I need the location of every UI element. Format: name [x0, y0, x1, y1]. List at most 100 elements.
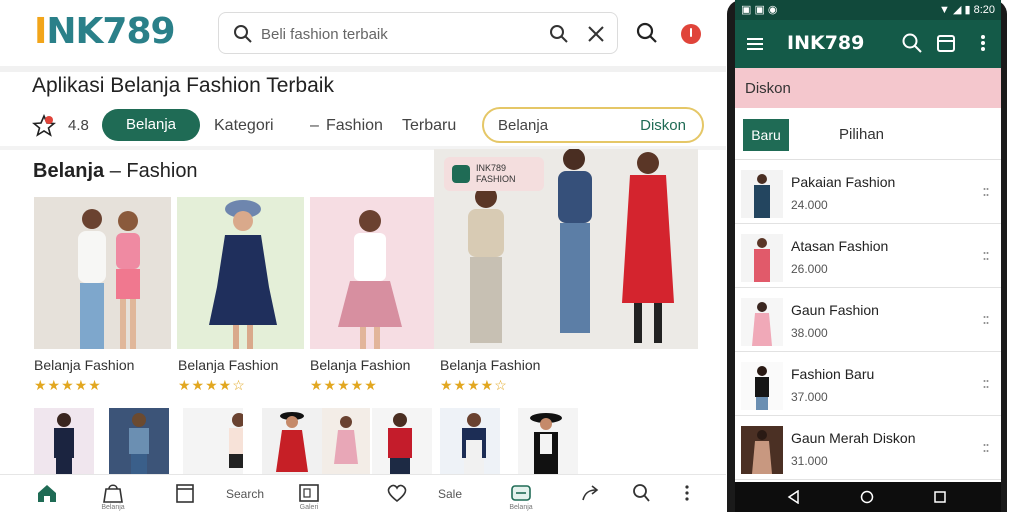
nav-home[interactable]	[22, 475, 72, 512]
product-thumbnail[interactable]	[183, 408, 243, 474]
nav-label: Galeri	[299, 504, 319, 511]
drag-handle-icon[interactable]	[983, 442, 989, 454]
product-thumbnail[interactable]	[518, 408, 578, 474]
thumb-photo	[109, 408, 169, 474]
list-item[interactable]: Atasan Fashion 26.000	[735, 226, 1001, 288]
logo-letter: I	[34, 11, 47, 52]
product-thumbnail[interactable]	[34, 408, 94, 474]
product-image[interactable]	[310, 197, 434, 349]
desktop-header: INK789	[0, 0, 726, 66]
product-image[interactable]	[34, 197, 171, 349]
product-image[interactable]	[177, 197, 304, 349]
nav-belanja[interactable]: Belanja	[88, 475, 138, 512]
drag-handle-icon[interactable]	[983, 314, 989, 326]
product-name[interactable]: Belanja Fashion	[34, 357, 134, 373]
product-name[interactable]: Belanja Fashion	[440, 357, 540, 373]
search-icon[interactable]	[549, 24, 569, 44]
search-input[interactable]	[261, 21, 531, 47]
notification-icon[interactable]	[681, 24, 701, 44]
promo-strip[interactable]: Diskon	[735, 68, 1001, 108]
item-thumbnail	[741, 362, 783, 410]
product-photo	[310, 197, 434, 349]
drag-handle-icon[interactable]	[983, 250, 989, 262]
item-name: Pakaian Fashion	[791, 174, 896, 190]
kategori-link[interactable]: Kategori	[214, 117, 274, 135]
pilihan-tab[interactable]: Pilihan	[839, 126, 884, 143]
close-icon[interactable]	[587, 25, 605, 43]
item-thumbnail	[741, 298, 783, 346]
home-icon[interactable]	[860, 490, 874, 504]
list-item[interactable]: Pakaian Fashion 24.000	[735, 162, 1001, 224]
search-box[interactable]	[218, 12, 618, 54]
recents-icon[interactable]	[933, 490, 947, 504]
nav-wallet[interactable]: Belanja	[496, 475, 546, 512]
search-icon[interactable]	[636, 22, 658, 44]
chip-left-label: Belanja	[498, 117, 549, 134]
terbaru-link[interactable]: Terbaru	[402, 117, 456, 135]
product-thumbnail[interactable]	[262, 408, 322, 474]
item-name: Fashion Baru	[791, 366, 875, 382]
back-icon[interactable]	[787, 490, 801, 504]
card-icon	[511, 485, 531, 501]
product-thumbnail[interactable]	[440, 408, 500, 474]
window-icon[interactable]	[935, 32, 957, 54]
brand-icon	[452, 165, 470, 183]
status-bar: ▣ ▣ ◉ ▼ ◢ ▮ 8:20	[735, 0, 1001, 20]
product-rating: ★★★★★	[34, 377, 106, 394]
belanja-diskon-chip[interactable]: Belanja Diskon	[482, 107, 704, 143]
chip-separator: –	[310, 117, 319, 134]
overflow-menu-icon[interactable]	[975, 32, 991, 54]
item-photo	[741, 362, 783, 410]
item-thumbnail	[741, 170, 783, 218]
share-icon	[582, 485, 599, 501]
nav-gallery[interactable]: Galeri	[284, 475, 334, 512]
product-photo	[177, 197, 304, 349]
product-name[interactable]: Belanja Fashion	[178, 357, 278, 373]
thumb-photo	[262, 408, 322, 474]
item-name: Atasan Fashion	[791, 238, 889, 254]
bag-icon	[103, 484, 123, 503]
search-icon[interactable]	[901, 32, 923, 54]
product-photo	[34, 197, 171, 349]
belanja-chip[interactable]: Belanja	[102, 109, 200, 141]
banner-tag-text: INK789 FASHION	[476, 163, 516, 185]
item-photo	[741, 426, 783, 474]
page-title: Aplikasi Belanja Fashion Terbaik	[32, 74, 334, 97]
product-thumbnail[interactable]	[372, 408, 432, 474]
thumb-photo	[518, 408, 578, 474]
nav-search[interactable]	[616, 475, 666, 512]
nav-more[interactable]	[662, 475, 712, 512]
star-icon	[32, 114, 56, 137]
menu-icon[interactable]	[745, 34, 765, 54]
product-thumbnail[interactable]	[109, 408, 169, 474]
nav-cart[interactable]	[160, 475, 210, 512]
nav-sale-text[interactable]: Sale	[438, 487, 462, 501]
promo-banner[interactable]: INK789 FASHION	[434, 149, 698, 349]
list-item[interactable]: Gaun Fashion 38.000	[735, 290, 1001, 352]
item-name: Gaun Fashion	[791, 302, 879, 318]
nav-search-text[interactable]: Search	[226, 487, 264, 501]
thumb-photo	[372, 408, 432, 474]
nav-label: Belanja	[509, 504, 533, 511]
list-item[interactable]: Fashion Baru 37.000	[735, 354, 1001, 416]
nav-favorites[interactable]	[372, 475, 422, 512]
logo-text: NK789	[46, 11, 175, 52]
logo[interactable]: INK789	[34, 10, 176, 54]
drag-handle-icon[interactable]	[983, 186, 989, 198]
drag-handle-icon[interactable]	[983, 378, 989, 390]
section-title-rest: Fashion	[126, 160, 198, 182]
product-name[interactable]: Belanja Fashion	[310, 357, 410, 373]
nav-label: Belanja	[101, 504, 125, 511]
baru-button[interactable]: Baru	[743, 119, 789, 151]
item-price: 37.000	[791, 390, 828, 404]
item-thumbnail	[741, 426, 783, 474]
chip-right-label: Diskon	[640, 117, 686, 134]
thumb-photo	[34, 408, 94, 474]
list-item[interactable]: Gaun Merah Diskon 31.000	[735, 418, 1001, 480]
more-icon	[685, 485, 689, 501]
fashion-link[interactable]: Fashion	[326, 117, 383, 135]
phone-app-title: INK789	[787, 32, 865, 54]
cart-icon	[176, 484, 194, 503]
nav-share[interactable]	[566, 475, 616, 512]
status-icons-right: ▼ ◢ ▮ 8:20	[939, 4, 995, 16]
